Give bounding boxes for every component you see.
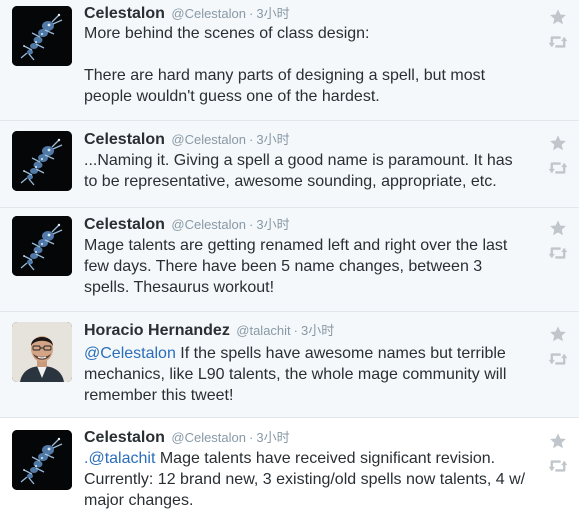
tweet[interactable]: Celestalon @Celestalon · 3小时 ...Naming it.…	[0, 121, 579, 208]
timestamp[interactable]: 3小时	[256, 132, 289, 147]
retweet-icon[interactable]	[545, 34, 571, 56]
tweet-actions	[545, 8, 571, 56]
timestamp[interactable]: 3小时	[256, 430, 289, 445]
star-icon[interactable]	[545, 134, 571, 156]
timestamp[interactable]: 3小时	[301, 323, 334, 338]
retweet-icon[interactable]	[545, 160, 571, 182]
avatar-image	[12, 216, 72, 276]
tweet-text: @Celestalon If the spells have awesome n…	[84, 343, 529, 406]
retweet-icon[interactable]	[545, 351, 571, 373]
mention-link[interactable]: @talachit	[88, 450, 155, 467]
tweet-actions	[545, 325, 571, 373]
tweet-header: Horacio Hernandez @talachit · 3小时	[84, 321, 334, 341]
separator: ·	[249, 217, 254, 232]
celestalon-avatar[interactable]	[12, 6, 72, 66]
star-icon[interactable]	[545, 8, 571, 30]
separator: ·	[249, 430, 254, 445]
fullname[interactable]: Horacio Hernandez	[84, 322, 230, 339]
celestalon-avatar[interactable]	[12, 430, 72, 490]
separator: ·	[293, 323, 298, 338]
tweet-text-line: There are hard many parts of designing a…	[84, 67, 486, 105]
tweet[interactable]: Celestalon @Celestalon · 3小时 Mage talents …	[0, 208, 579, 312]
tweet-text: ...Naming it. Giving a spell a good name…	[84, 152, 513, 190]
fullname[interactable]: Celestalon	[84, 216, 165, 233]
tweet-actions	[545, 219, 571, 267]
tweet-text: More behind the scenes of class design: …	[84, 23, 529, 107]
tweet-text-line: More behind the scenes of class design:	[84, 25, 370, 42]
tweet-header: Celestalon @Celestalon · 3小时	[84, 4, 290, 24]
star-icon[interactable]	[545, 219, 571, 241]
tweet[interactable]: Celestalon @Celestalon · 3小时 .@talachit Ma…	[0, 418, 579, 532]
avatar-image	[12, 430, 72, 490]
tweet-timeline: Celestalon @Celestalon · 3小时 More behind t…	[0, 0, 579, 532]
tweet-actions	[545, 432, 571, 480]
tweet-text: Mage talents are getting renamed left an…	[84, 237, 508, 296]
tweet-header: Celestalon @Celestalon · 3小时	[84, 428, 290, 448]
tweet-header: Celestalon @Celestalon · 3小时	[84, 130, 290, 150]
avatar-image	[12, 6, 72, 66]
celestalon-avatar[interactable]	[12, 216, 72, 276]
username[interactable]: @Celestalon	[171, 430, 246, 445]
tweet[interactable]: Celestalon @Celestalon · 3小时 More behind t…	[0, 0, 579, 121]
star-icon[interactable]	[545, 432, 571, 454]
username[interactable]: @talachit	[236, 323, 290, 338]
star-icon[interactable]	[545, 325, 571, 347]
fullname[interactable]: Celestalon	[84, 429, 165, 446]
separator: ·	[249, 132, 254, 147]
timestamp[interactable]: 3小时	[256, 6, 289, 21]
tweet-actions	[545, 134, 571, 182]
retweet-icon[interactable]	[545, 458, 571, 480]
fullname[interactable]: Celestalon	[84, 5, 165, 22]
tweet-text-line	[84, 44, 529, 65]
tweet-text: .@talachit Mage talents have received si…	[84, 448, 529, 511]
timestamp[interactable]: 3小时	[256, 217, 289, 232]
avatar-image	[12, 131, 72, 191]
mention-link[interactable]: @Celestalon	[84, 345, 176, 362]
separator: ·	[249, 6, 254, 21]
celestalon-avatar[interactable]	[12, 131, 72, 191]
fullname[interactable]: Celestalon	[84, 131, 165, 148]
tweet-header: Celestalon @Celestalon · 3小时	[84, 215, 290, 235]
avatar-image	[12, 322, 72, 382]
username[interactable]: @Celestalon	[171, 217, 246, 232]
horacio-avatar[interactable]	[12, 322, 72, 382]
tweet[interactable]: Horacio Hernandez @talachit · 3小时 @Celesta…	[0, 312, 579, 418]
retweet-icon[interactable]	[545, 245, 571, 267]
username[interactable]: @Celestalon	[171, 132, 246, 147]
username[interactable]: @Celestalon	[171, 6, 246, 21]
